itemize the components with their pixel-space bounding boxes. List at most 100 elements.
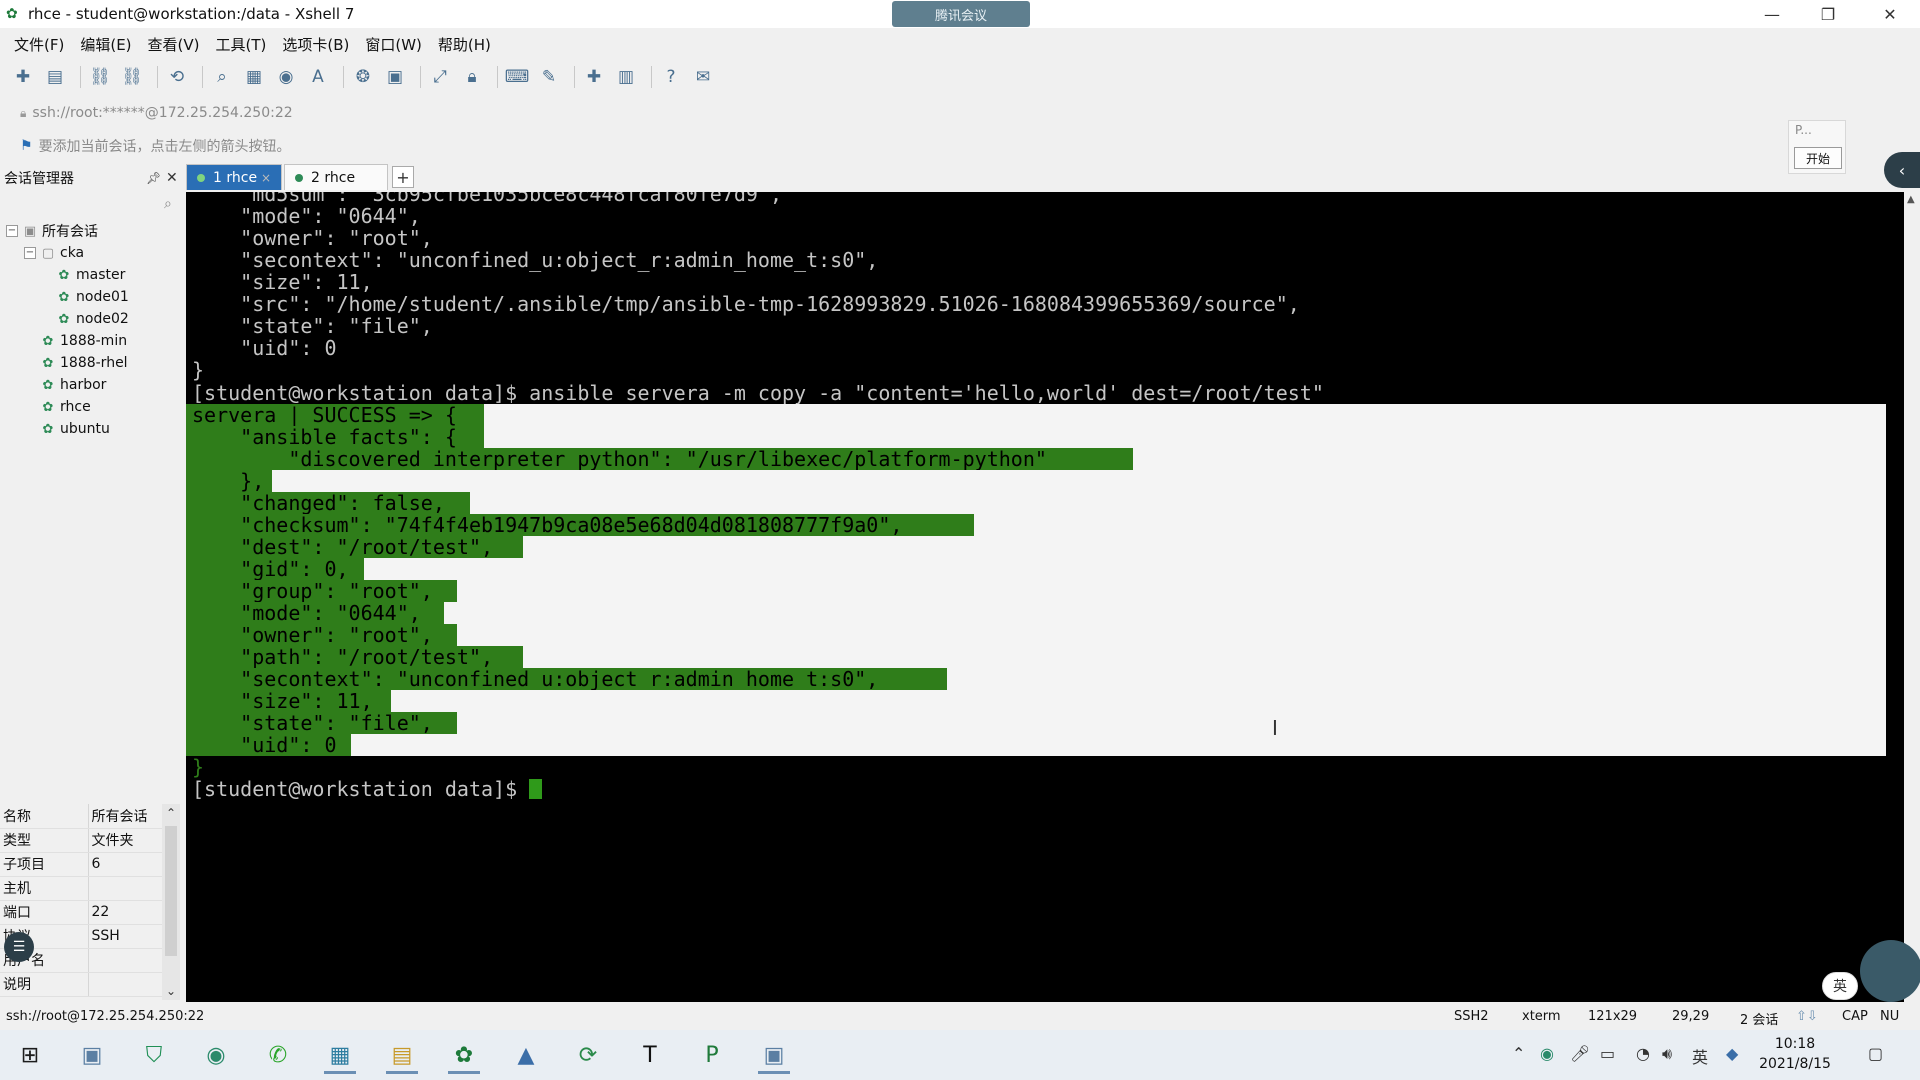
collapse-panel-button[interactable]: ‹ (1884, 152, 1920, 188)
avatar[interactable] (1860, 940, 1920, 1002)
menu-help[interactable]: 帮助(H) (438, 34, 491, 55)
disconnect-icon[interactable]: ⛓ (119, 64, 145, 90)
tree-item-all-sessions[interactable]: − ▣ 所有会话 (6, 220, 182, 242)
chevron-down-icon[interactable]: ⌄ (166, 984, 176, 998)
tree-item-ubuntu[interactable]: ✿ ubuntu (6, 418, 182, 440)
property-value: 6 (88, 852, 162, 877)
taskbar-clock[interactable]: 10:18 2021/8/15 (1750, 1034, 1840, 1074)
wechat-icon[interactable]: ✆ (254, 1036, 302, 1074)
start-button[interactable]: 开始 (1794, 147, 1842, 169)
menu-tabs[interactable]: 选项卡(B) (282, 34, 349, 55)
publisher-icon[interactable]: P (688, 1036, 736, 1074)
reconnect-icon[interactable]: ⟲ (164, 64, 190, 90)
connect-icon[interactable]: ⛓ (87, 64, 113, 90)
selection-highlight (364, 557, 1886, 580)
font-icon[interactable]: A (305, 64, 331, 90)
restore-button[interactable]: ❐ (1800, 0, 1856, 28)
selection-highlight (523, 535, 1886, 558)
terminal-scrollbar[interactable]: ▲ (1904, 192, 1920, 1002)
tab-1-rhce[interactable]: 1 rhce × (186, 164, 282, 190)
session-tree: − ▣ 所有会话 − ▢ cka ✿ master ✿ node01 ✿ nod… (6, 220, 182, 440)
vpn-icon[interactable]: ⛉ (130, 1036, 178, 1074)
photos-icon[interactable]: ▲ (502, 1036, 550, 1074)
tree-item-1888-min[interactable]: ✿ 1888-min (6, 330, 182, 352)
scroll-thumb[interactable] (165, 826, 177, 956)
collapse-icon[interactable]: − (6, 225, 18, 237)
find-icon[interactable]: ⌕ (209, 64, 235, 90)
collapse-icon[interactable]: − (24, 247, 36, 259)
terminal-output[interactable]: "group": "root", "md5sum": "3cb95cfbe103… (186, 192, 1904, 1002)
address-bar[interactable]: 🔒︎ ssh://root:******@172.25.254.250:22 (20, 100, 293, 126)
close-tab-icon[interactable]: × (261, 171, 271, 185)
battery-icon[interactable]: ▭ (1600, 1044, 1615, 1063)
script-icon[interactable]: ✎ (536, 64, 562, 90)
selection-highlight (443, 602, 1886, 625)
typora-icon[interactable]: T (626, 1036, 674, 1074)
chat-icon[interactable]: ✉ (690, 64, 716, 90)
pin-icon[interactable]: 📌︎ (146, 171, 161, 185)
network-app-icon[interactable]: ◉ (1540, 1044, 1554, 1063)
add-tab-button[interactable]: + (392, 166, 414, 188)
compose-icon[interactable]: ✚ (581, 64, 607, 90)
tree-item-1888-rhel[interactable]: ✿ 1888-rhel (6, 352, 182, 374)
close-button[interactable]: ✕ (1862, 0, 1918, 28)
tree-item-rhce[interactable]: ✿ rhce (6, 396, 182, 418)
xftp-icon[interactable]: ❂ (350, 64, 376, 90)
menu-tools[interactable]: 工具(T) (216, 34, 267, 55)
chevron-up-icon[interactable]: ▲ (1907, 194, 1915, 205)
session-icon: ✿ (58, 289, 70, 305)
properties-icon[interactable]: ▦ (241, 64, 267, 90)
chevron-up-icon[interactable]: ⌃ (1512, 1044, 1525, 1063)
meeting-label: 腾讯会议 (934, 8, 987, 24)
property-key: 端口 (0, 900, 89, 925)
layout-icon[interactable]: ▥ (613, 64, 639, 90)
tree-item-master[interactable]: ✿ master (6, 264, 182, 286)
menu-file[interactable]: 文件(F) (14, 34, 64, 55)
volume-icon[interactable]: 🔊︎ (1662, 1044, 1672, 1064)
tree-item-harbor[interactable]: ✿ harbor (6, 374, 182, 396)
search-icon[interactable]: ⌕ (164, 196, 172, 212)
tree-item-node01[interactable]: ✿ node01 (6, 286, 182, 308)
menu-window[interactable]: 窗口(W) (365, 34, 422, 55)
qq-icon[interactable]: ◆ (1726, 1044, 1738, 1063)
notification-icon[interactable]: ▢ (1868, 1044, 1883, 1063)
ime-indicator[interactable]: 英 (1822, 972, 1858, 1000)
tree-item-node02[interactable]: ✿ node02 (6, 308, 182, 330)
minimize-button[interactable]: — (1744, 0, 1800, 28)
browser-icon[interactable]: ◉ (192, 1036, 240, 1074)
bookmark-icon[interactable]: ⚑ (20, 138, 33, 154)
arrows-icon[interactable]: ⇧⇩ (1796, 1009, 1818, 1024)
tree-item-label: master (76, 267, 126, 283)
tree-item-label: 所有会话 (42, 224, 98, 240)
xshell-icon[interactable]: ✿ (440, 1036, 488, 1074)
close-icon[interactable]: ✕ (166, 170, 178, 186)
chevron-up-icon[interactable]: ⌃ (166, 806, 176, 820)
properties-scrollbar[interactable]: ⌃ ⌄ (162, 804, 180, 1000)
tree-item-cka[interactable]: − ▢ cka (6, 242, 182, 264)
session-icon: ✿ (42, 399, 54, 415)
transfer-icon[interactable]: ▣ (382, 64, 408, 90)
wifi-icon[interactable]: ◔ (1636, 1044, 1650, 1063)
menu-view[interactable]: 查看(V) (148, 34, 200, 55)
new-session-icon[interactable]: ✚ (10, 64, 36, 90)
globe-icon[interactable]: ◉ (273, 64, 299, 90)
tray-ime[interactable]: 英 (1692, 1044, 1708, 1068)
lock-icon[interactable]: 🔒︎ (459, 64, 485, 90)
help-icon[interactable]: ? (658, 64, 684, 90)
refresh-app-icon[interactable]: ⟳ (564, 1036, 612, 1074)
fullscreen-icon[interactable]: ⤢ (427, 64, 453, 90)
meeting-indicator[interactable]: 腾讯会议 (892, 1, 1030, 27)
menu-edit[interactable]: 编辑(E) (80, 34, 131, 55)
tab-2-rhce[interactable]: 2 rhce (284, 164, 388, 190)
windows-start-icon[interactable]: ⊞ (6, 1036, 54, 1074)
floating-menu-button[interactable]: ☰ (4, 932, 34, 962)
session-icon: ✿ (58, 311, 70, 327)
screen-app-icon[interactable]: ▣ (750, 1036, 798, 1074)
keyboard-icon[interactable]: ⌨ (504, 64, 530, 90)
microphone-icon[interactable]: 🎤︎ (1570, 1044, 1590, 1063)
virtualbox-icon[interactable]: ▦ (316, 1036, 364, 1074)
clock-time: 10:18 (1774, 1036, 1816, 1052)
file-explorer-icon[interactable]: ▤ (378, 1036, 426, 1074)
app-icon[interactable]: ▣ (68, 1036, 116, 1074)
open-folder-icon[interactable]: ▤ (42, 64, 68, 90)
